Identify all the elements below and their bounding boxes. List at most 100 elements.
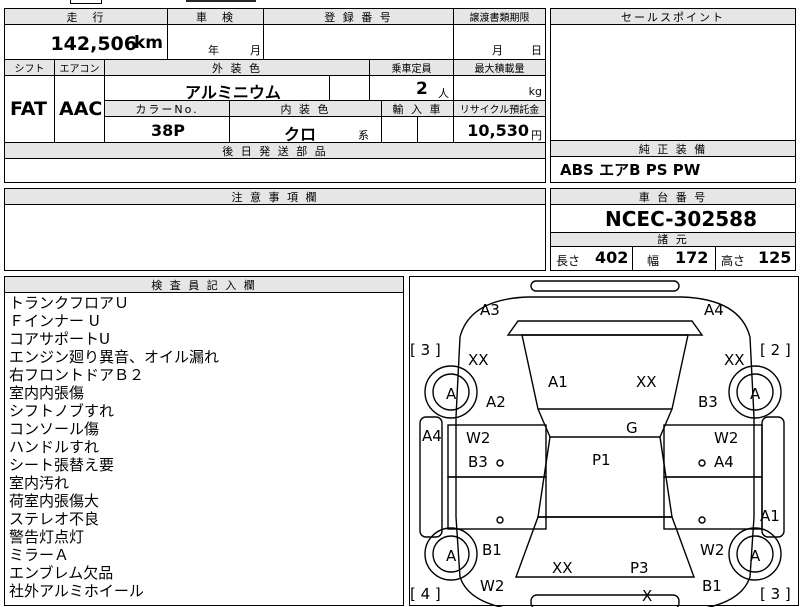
header-shift: シフト xyxy=(5,60,55,76)
rear-window xyxy=(521,334,689,410)
transfer-deadline-cell: 月 日 xyxy=(454,25,545,60)
damage-mark: A1 xyxy=(548,373,568,391)
front-bumper-outline xyxy=(530,594,680,607)
exterior-color-extra-cell xyxy=(330,76,370,101)
header-interior-color: 内 装 色 xyxy=(230,101,382,117)
capacity-value: 2 xyxy=(416,79,428,99)
damage-mark: A4 xyxy=(422,427,442,445)
interior-color-cell: クロ 系 xyxy=(230,117,382,143)
chassis-no-value: NCEC-302588 xyxy=(605,207,758,231)
aircon-value: AAC xyxy=(59,98,103,120)
capacity-cell: 2 人 xyxy=(370,76,454,101)
header-import: 輸 入 車 xyxy=(382,101,454,117)
mileage-unit: km xyxy=(133,33,163,53)
header-capacity: 乗車定員 xyxy=(370,60,454,76)
header-color-no: カラーNo. xyxy=(105,101,230,117)
trunk-lid xyxy=(506,320,704,336)
damage-mark: B1 xyxy=(702,577,722,595)
header-sales-points: セールスポイント xyxy=(551,9,795,25)
recycle-fee-unit: 円 xyxy=(531,129,542,142)
damage-mark: G xyxy=(626,419,638,437)
damage-mark: XX xyxy=(636,373,657,391)
inspector-remark-item: ステレオ不良 xyxy=(9,510,100,528)
car-diagram-box: A3 A4 [ 3 ] [ 2 ] XX XX A1 XX A A A2 B3 G A4 W2 W2 P1 B3 A… xyxy=(409,276,799,607)
registration-cell xyxy=(264,25,454,60)
inspector-remark-item: シフトノブすれ xyxy=(9,402,115,420)
damage-mark: P1 xyxy=(592,451,611,469)
damage-mark: B3 xyxy=(698,393,718,411)
mileage-value: 142,506 xyxy=(50,33,137,55)
damage-mark: XX xyxy=(468,351,489,369)
specs-length-cell: 長さ 402 xyxy=(551,247,633,270)
damage-mark: A1 xyxy=(760,507,780,525)
inspector-remark-item: トランクフロアＵ xyxy=(9,294,130,312)
inspector-remark-item: 右フロントドアＢ２ xyxy=(9,366,145,384)
width-value: 172 xyxy=(675,248,709,267)
damage-mark: [ 3 ] xyxy=(760,585,791,603)
inspector-remark-item: コアサポートU xyxy=(9,330,110,348)
inspector-remark-item: 室内汚れ xyxy=(9,474,70,492)
damage-mark: W2 xyxy=(480,577,504,595)
exterior-color-cell: アルミニウム xyxy=(105,76,330,101)
inspector-remark-item: エンジン廻り異音、オイル漏れ xyxy=(9,348,220,366)
damage-mark: X xyxy=(642,587,652,605)
damage-mark: W2 xyxy=(466,429,490,447)
header-chassis-no: 車 台 番 号 xyxy=(551,189,795,205)
color-no-value: 38P xyxy=(151,121,185,140)
header-max-load: 最大積載量 xyxy=(454,60,545,76)
damage-mark: [ 3 ] xyxy=(410,341,441,359)
front-window xyxy=(514,516,696,578)
specs-height-cell: 高さ 125 xyxy=(716,247,795,270)
damage-mark: B1 xyxy=(482,541,502,559)
notes-box: 注 意 事 項 欄 xyxy=(4,188,546,271)
chassis-box: 車 台 番 号 NCEC-302588 諸 元 長さ 402 幅 172 高さ … xyxy=(550,188,796,271)
inspector-remark-item: Ｆインナー U xyxy=(9,312,100,330)
damage-mark: W2 xyxy=(700,541,724,559)
inspector-notes-box: 検 査 員 記 入 欄 トランクフロアＵ Ｆインナー U コアサポートU エンジン廻り… xyxy=(4,276,404,606)
inspection-cell: 年 月 xyxy=(168,25,264,60)
recycle-fee-value: 10,530 xyxy=(467,121,529,140)
sales-points-box: セールスポイント xyxy=(550,8,796,141)
damage-mark: A xyxy=(446,547,457,565)
length-value: 402 xyxy=(595,248,629,267)
roof-outline xyxy=(537,436,673,518)
genuine-equipment-box: 純 正 装 備 ABS エアB PS PW xyxy=(550,141,796,183)
aircon-cell: AAC xyxy=(55,76,105,143)
inspector-remarks-list: トランクフロアＵ Ｆインナー U コアサポートU エンジン廻り異音、オイル漏れ 右フロン… xyxy=(9,294,219,600)
header-notes: 注 意 事 項 欄 xyxy=(5,189,545,205)
transfer-day-label: 日 xyxy=(531,44,542,57)
damage-mark: P3 xyxy=(630,559,649,577)
import-cell-a xyxy=(382,117,418,143)
inspector-remark-item: 社外アルミホイール xyxy=(9,582,144,600)
header-aircon: エアコン xyxy=(55,60,105,76)
damage-mark: [ 2 ] xyxy=(760,341,791,359)
height-value: 125 xyxy=(758,248,792,267)
damage-mark: [ 4 ] xyxy=(410,585,441,603)
damage-mark: XX xyxy=(552,559,573,577)
header-inspector-notes: 検 査 員 記 入 欄 xyxy=(5,277,403,293)
damage-mark: A4 xyxy=(704,301,724,319)
rear-bumper-outline xyxy=(530,280,680,292)
specs-width-cell: 幅 172 xyxy=(633,247,716,270)
damage-mark: A3 xyxy=(480,301,500,319)
shift-cell: FAT xyxy=(5,76,55,143)
inspector-remark-item: 荷室内張傷大 xyxy=(9,492,100,510)
right-door-rear xyxy=(663,424,763,478)
inspector-remark-item: エンブレム欠品 xyxy=(9,564,114,582)
width-label: 幅 xyxy=(647,254,660,268)
header-specs: 諸 元 xyxy=(551,233,795,247)
inspector-remark-item: 警告灯点灯 xyxy=(9,528,85,546)
damage-mark: B3 xyxy=(468,453,488,471)
capacity-unit: 人 xyxy=(438,87,449,100)
inspector-remark-item: コンソール傷 xyxy=(9,420,100,438)
header-registration: 登 録 番 号 xyxy=(264,9,454,25)
interior-color-suffix: 系 xyxy=(358,129,369,142)
import-cell-b xyxy=(418,117,454,143)
header-mileage: 走 行 xyxy=(5,9,168,25)
inspection-month-label: 月 xyxy=(250,44,261,57)
load-unit: kg xyxy=(528,85,542,98)
height-label: 高さ xyxy=(721,254,746,268)
damage-mark: W2 xyxy=(714,429,738,447)
color-no-cell: 38P xyxy=(105,117,230,143)
header-recycle-fee: リサイクル預託金 xyxy=(454,101,545,117)
